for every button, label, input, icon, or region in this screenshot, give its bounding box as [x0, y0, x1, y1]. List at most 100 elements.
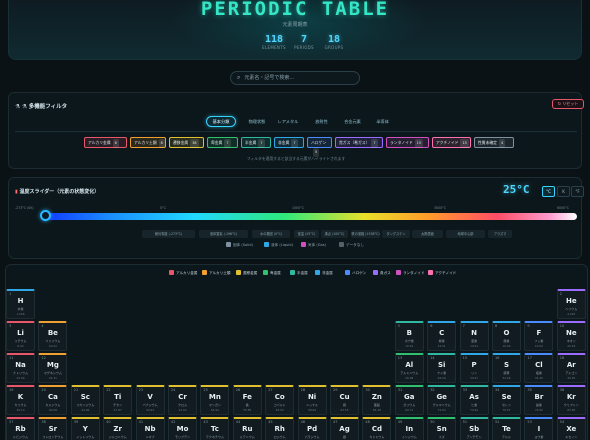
- element-cell-in[interactable]: 49Inインジウム114.8: [394, 417, 424, 440]
- element-cell-se[interactable]: 34 Se セレン 78.97: [492, 385, 521, 415]
- element-cell-rb[interactable]: 37Rbルビジウム85.47: [6, 417, 35, 440]
- element-cell-ga[interactable]: 31 Ga ガリウム 69.72: [394, 385, 424, 415]
- reset-button[interactable]: ↻ リセット: [552, 99, 584, 109]
- element-cell-li[interactable]: 3 Li リチウム 6.94: [6, 321, 35, 351]
- filter-tab[interactable]: 物理状態: [244, 116, 270, 127]
- element-cell-na[interactable]: 11 Na ナトリウム 22.99: [6, 353, 35, 383]
- element-cell-rh[interactable]: 45Rhロジウム102.9: [265, 417, 295, 440]
- scale-label: 0°C: [160, 206, 166, 210]
- element-cell-as[interactable]: 33 As ヒ素 74.92: [459, 385, 489, 415]
- element-cell-ge[interactable]: 32 Ge ゲルマニウム 72.63: [427, 385, 457, 415]
- element-cell-he[interactable]: 2 He ヘリウム 4.003: [556, 289, 586, 319]
- temperature-preset-button[interactable]: 液体窒素 (-196°C): [199, 230, 248, 238]
- temperature-preset-button[interactable]: 水の凝固 (0°C): [252, 230, 290, 238]
- element-cell-tc[interactable]: 43Tcテクネチウム[98]: [200, 417, 230, 440]
- element-cell-kr[interactable]: 36 Kr クリプトン 83.80: [556, 385, 586, 415]
- element-cell-b[interactable]: 5 B ホウ素 10.81: [394, 321, 424, 351]
- element-cell-zr[interactable]: 40Zrジルコニウム91.22: [103, 417, 133, 440]
- element-cell-s[interactable]: 16 S 硫黄 32.06: [492, 353, 521, 383]
- element-cell-sn[interactable]: 50Snスズ118.7: [427, 417, 457, 440]
- element-cell-br[interactable]: 35 Br 臭素 79.90: [524, 385, 554, 415]
- chip-label: 半金属: [245, 140, 257, 145]
- element-cell-cd[interactable]: 48Cdカドミウム112.4: [362, 417, 392, 440]
- element-name: クロム: [177, 403, 187, 407]
- element-cell-h[interactable]: 1 H 水素 1.008: [6, 289, 35, 319]
- temperature-slider-track[interactable]: [45, 213, 577, 220]
- temperature-preset-button[interactable]: タングステン: [382, 230, 410, 238]
- temperature-preset-button[interactable]: 太陽表面: [412, 230, 443, 238]
- category-chip[interactable]: アルカリ土類 6: [130, 137, 166, 148]
- element-cell-sb[interactable]: 51Sbアンチモン121.8: [459, 417, 489, 440]
- unit-button-kelvin[interactable]: K: [557, 186, 570, 197]
- category-chip[interactable]: 半金属 7: [241, 137, 271, 148]
- element-cell-cr[interactable]: 24 Cr クロム 52.00: [168, 385, 197, 415]
- element-cell-te[interactable]: 52Teテルル127.6: [492, 417, 521, 440]
- category-chip[interactable]: アクチノイド 15: [432, 137, 471, 148]
- element-cell-p[interactable]: 15 P リン 30.97: [459, 353, 489, 383]
- filter-tab[interactable]: レアメタル: [272, 116, 304, 127]
- element-cell-mn[interactable]: 25 Mn マンガン 54.94: [200, 385, 230, 415]
- element-symbol: Cr: [178, 393, 187, 401]
- category-chip[interactable]: 性質未確定 4: [474, 137, 514, 148]
- filter-tab[interactable]: 放射性: [307, 116, 336, 127]
- element-name: カドミウム: [369, 435, 385, 439]
- element-cell-mg[interactable]: 12 Mg マグネシウム 24.31: [38, 353, 68, 383]
- element-cell-co[interactable]: 27 Co コバルト 58.93: [265, 385, 295, 415]
- element-cell-n[interactable]: 7 N 窒素 14.01: [459, 321, 489, 351]
- temperature-preset-button[interactable]: 室温 (25°C): [294, 230, 319, 238]
- element-cell-al[interactable]: 13 Al アルミニウム 26.98: [394, 353, 424, 383]
- temperature-preset-button[interactable]: プラズマ: [488, 230, 512, 238]
- element-cell-ti[interactable]: 22 Ti チタン 47.87: [103, 385, 133, 415]
- filter-tab[interactable]: 半導体: [369, 116, 396, 127]
- element-cell-pd[interactable]: 46Pdパラジウム106.4: [297, 417, 327, 440]
- element-cell-be[interactable]: 4 Be ベリリウム 9.012: [38, 321, 68, 351]
- category-chip[interactable]: ハロゲン5: [307, 137, 332, 157]
- category-chip[interactable]: 遷移金属 38: [169, 137, 204, 148]
- element-symbol: Sb: [469, 425, 480, 433]
- element-name: 亜鉛: [373, 403, 380, 407]
- unit-button-fahrenheit[interactable]: °F: [571, 186, 584, 197]
- temperature-preset-button[interactable]: 鉄の溶融 (1538°C): [351, 230, 380, 238]
- element-cell-ne[interactable]: 10 Ne ネオン 20.18: [556, 321, 586, 351]
- category-chip[interactable]: 卑金属 7: [207, 137, 238, 148]
- element-cell-zn[interactable]: 30 Zn 亜鉛 65.38: [362, 385, 392, 415]
- element-cell-sc[interactable]: 21 Sc スカンジウム 44.96: [70, 385, 100, 415]
- element-cell-y[interactable]: 39Yイットリウム88.91: [70, 417, 100, 440]
- temperature-slider-handle[interactable]: [40, 210, 51, 221]
- element-cell-fe[interactable]: 26 Fe 鉄 55.85: [232, 385, 262, 415]
- element-cell-mo[interactable]: 42Moモリブデン95.95: [168, 417, 197, 440]
- category-chip[interactable]: ランタノイド 15: [386, 137, 429, 148]
- filter-tab[interactable]: 合金元素: [339, 116, 366, 127]
- element-symbol: H: [17, 297, 24, 305]
- element-cell-k[interactable]: 19 K カリウム 39.10: [6, 385, 35, 415]
- element-cell-ru[interactable]: 44Ruルテニウム101.1: [232, 417, 262, 440]
- element-name: ゲルマニウム: [432, 403, 451, 407]
- category-chip[interactable]: 非金属 7: [274, 137, 304, 148]
- element-cell-xe[interactable]: 54Xeキセノン131.3: [556, 417, 586, 440]
- temperature-preset-button[interactable]: 絶対零度 (-273°C): [142, 230, 195, 238]
- element-cell-o[interactable]: 8 O 酸素 16.00: [492, 321, 521, 351]
- element-cell-v[interactable]: 23 V バナジウム 50.94: [135, 385, 165, 415]
- element-cell-cu[interactable]: 29 Cu 銅 63.55: [330, 385, 359, 415]
- element-cell-i[interactable]: 53Iヨウ素126.9: [524, 417, 554, 440]
- filter-tab[interactable]: 基本分類: [206, 116, 236, 127]
- element-cell-nb[interactable]: 41Nbニオブ92.91: [135, 417, 165, 440]
- search-input[interactable]: ⌕ 元素名・記号で検索...: [230, 71, 360, 85]
- element-cell-ca[interactable]: 20 Ca カルシウム 40.08: [38, 385, 68, 415]
- atomic-number: 36: [559, 388, 565, 392]
- element-cell-f[interactable]: 9 F フッ素 19.00: [524, 321, 554, 351]
- category-chip[interactable]: アルカリ金属 6: [84, 137, 127, 148]
- element-cell-cl[interactable]: 17 Cl 塩素 35.45: [524, 353, 554, 383]
- category-chip[interactable]: 貴ガス（希ガス） 7: [335, 137, 383, 148]
- unit-button-celsius[interactable]: °C: [542, 186, 555, 197]
- atomic-number: 54: [559, 420, 565, 424]
- temperature-preset-button[interactable]: 地球中心部: [446, 230, 485, 238]
- element-cell-sr[interactable]: 38Srストロンチウム87.62: [38, 417, 68, 440]
- temperature-preset-button[interactable]: 沸点 (100°C): [321, 230, 348, 238]
- element-cell-si[interactable]: 14 Si ケイ素 28.09: [427, 353, 457, 383]
- element-cell-ag[interactable]: 47Ag銀107.9: [330, 417, 359, 440]
- element-cell-ar[interactable]: 18 Ar アルゴン 39.95: [556, 353, 586, 383]
- element-cell-ni[interactable]: 28 Ni ニッケル 58.69: [297, 385, 327, 415]
- atomic-mass: 30.97: [470, 376, 479, 380]
- element-cell-c[interactable]: 6 C 炭素 12.01: [427, 321, 457, 351]
